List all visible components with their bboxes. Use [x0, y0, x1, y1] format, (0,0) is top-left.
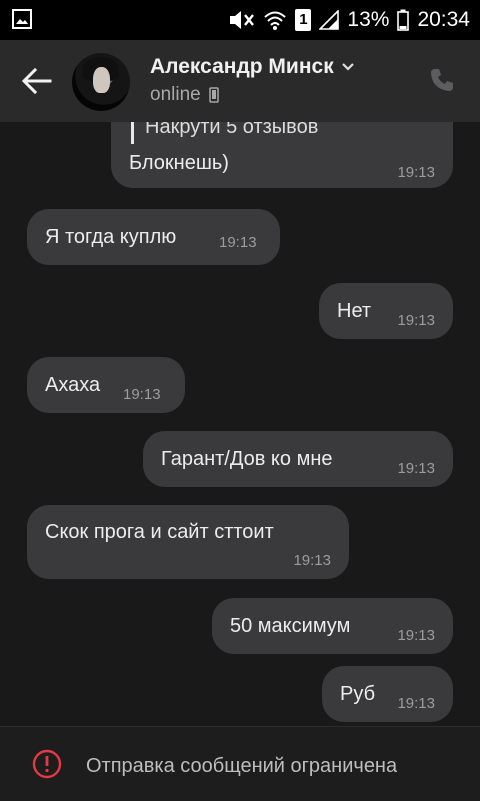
back-arrow-icon[interactable] — [20, 64, 54, 98]
sim-icon: 1 — [295, 9, 312, 31]
message-time: 19:13 — [397, 460, 435, 477]
status-bar: 1 13% 20:34 — [0, 0, 480, 40]
chevron-down-icon[interactable] — [340, 59, 356, 75]
signal-icon — [319, 10, 340, 30]
online-status: online — [150, 84, 201, 105]
chat-header: Александр Минск online — [0, 40, 480, 122]
message-in[interactable]: Ахаха 19:13 — [27, 357, 185, 413]
message-text: Нет — [337, 300, 372, 322]
avatar[interactable] — [72, 53, 130, 111]
message-time: 19:13 — [293, 552, 331, 569]
message-text: Я тогда куплю — [45, 226, 177, 248]
quote-bar — [131, 122, 134, 144]
message-out[interactable]: Руб 19:13 — [322, 666, 453, 722]
quoted-text: Накрути 5 отзывов — [145, 122, 319, 138]
message-list[interactable]: Накрути 5 отзывов Блокнешь) 19:13 Я тогд… — [0, 122, 480, 726]
restriction-text: Отправка сообщений ограничена — [86, 755, 398, 777]
warning-circle-icon — [32, 749, 62, 779]
message-in[interactable]: Я тогда куплю 19:13 — [27, 209, 280, 265]
message-time: 19:13 — [219, 234, 257, 251]
message-out[interactable]: 50 максимум 19:13 — [212, 598, 453, 654]
message-time: 19:13 — [123, 386, 161, 403]
message-time: 19:13 — [397, 312, 435, 329]
messaging-restricted-banner: Отправка сообщений ограничена — [0, 726, 480, 801]
message-text: 50 максимум — [230, 615, 351, 637]
message-out[interactable]: Накрути 5 отзывов Блокнешь) 19:13 — [111, 122, 453, 188]
message-time: 19:13 — [397, 164, 435, 181]
message-out[interactable]: Гарант/Дов ко мне 19:13 — [143, 431, 453, 487]
contact-name[interactable]: Александр Минск — [150, 55, 334, 79]
message-text: Руб — [340, 683, 376, 705]
message-text: Блокнешь) — [129, 152, 229, 174]
gallery-icon — [12, 9, 32, 29]
contact-name-row[interactable]: Александр Минск — [150, 55, 356, 79]
message-in[interactable]: Скок прога и сайт сттоит 19:13 — [27, 505, 349, 579]
clock: 20:34 — [417, 8, 470, 31]
contact-status-row: online — [150, 84, 219, 106]
battery-percent: 13% — [347, 8, 390, 31]
message-text: Гарант/Дов ко мне — [161, 448, 333, 470]
mute-icon — [230, 11, 255, 29]
wifi-icon — [264, 11, 287, 30]
mobile-device-icon — [208, 87, 219, 103]
message-text: Ахаха — [45, 374, 101, 396]
message-time: 19:13 — [397, 695, 435, 712]
message-time: 19:13 — [397, 627, 435, 644]
battery-icon — [397, 9, 410, 31]
message-text: Скок прога и сайт сттоит — [45, 521, 274, 543]
phone-icon[interactable] — [428, 66, 456, 94]
message-out[interactable]: Нет 19:13 — [319, 283, 453, 339]
